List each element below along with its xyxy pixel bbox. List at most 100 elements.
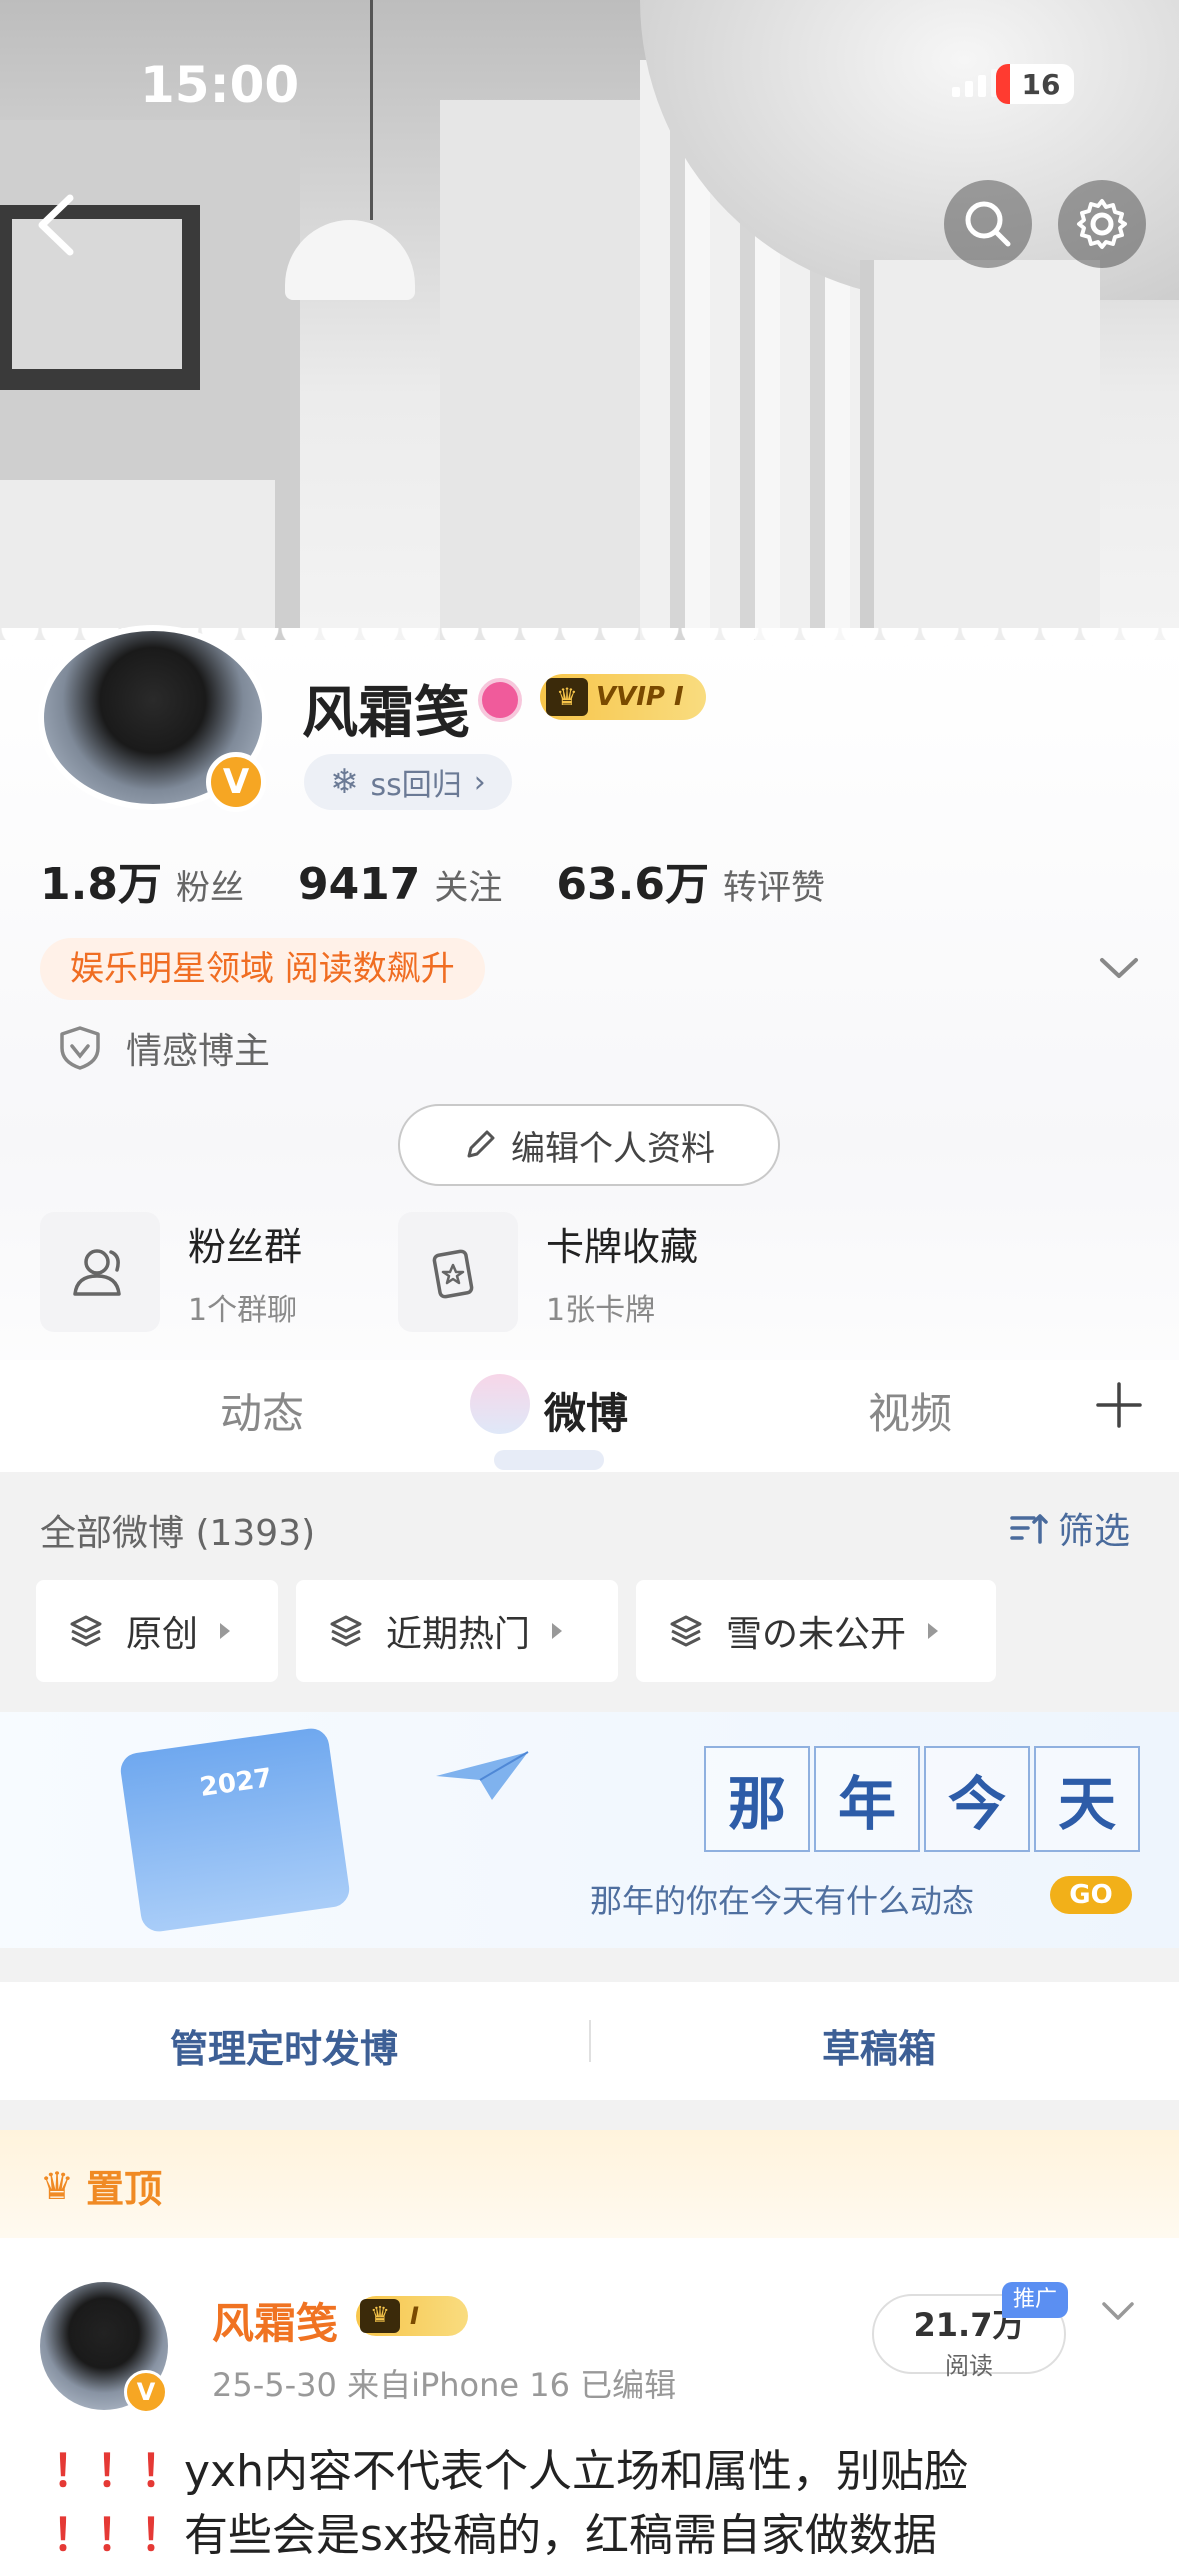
stat-value: 1.8万 — [40, 859, 162, 910]
fan-group-entry[interactable]: 粉丝群 1个群聊 — [40, 1212, 302, 1332]
stat-label: 关注 — [434, 868, 503, 908]
cover-window — [860, 260, 1100, 660]
signal-icon — [952, 67, 999, 97]
layers-icon — [70, 1615, 102, 1647]
post-vip-label: I — [410, 2302, 419, 2330]
post-line: 有些会是sx投稿的，红稿需自家做数据 — [184, 2510, 937, 2556]
search-icon — [965, 201, 1011, 247]
fan-group-sub: 1个群聊 — [188, 1292, 298, 1328]
stat-following[interactable]: 9417 关注 — [298, 859, 502, 910]
chip-unpublished[interactable]: 雪の未公开 — [636, 1580, 996, 1682]
profile-tag[interactable]: ❄ ss回归 › — [304, 754, 512, 810]
layers-icon — [330, 1615, 362, 1647]
crown-icon: ♛ — [40, 2163, 75, 2208]
manage-scheduled-button[interactable]: 管理定时发博 — [170, 2018, 398, 2073]
profile-stats: 1.8万 粉丝 9417 关注 63.6万 转评赞 — [40, 848, 879, 912]
post-author[interactable]: 风霜笺 — [212, 2290, 338, 2351]
profile-tabs: 动态 微博 视频 — [0, 1360, 1179, 1470]
manage-row: 管理定时发博 草稿箱 — [0, 1982, 1179, 2100]
profile-name: 风霜笺 — [302, 681, 470, 746]
layers-icon — [670, 1615, 702, 1647]
group-icon — [73, 1249, 121, 1296]
search-button[interactable] — [944, 180, 1032, 268]
caret-right-icon — [928, 1623, 939, 1639]
caret-right-icon — [220, 1623, 231, 1639]
fan-group-title: 粉丝群 — [188, 1224, 303, 1269]
promo-badge[interactable]: 推广 — [1002, 2282, 1068, 2318]
title-char: 那 — [704, 1746, 810, 1852]
drafts-button[interactable]: 草稿箱 — [822, 2018, 936, 2073]
that-day-title: 那 年 今 天 — [704, 1746, 1144, 1852]
profile-tag-label: ss回归 — [370, 768, 462, 803]
paper-plane-icon — [436, 1751, 529, 1800]
battery-icon: 16 — [996, 64, 1074, 104]
cover-lamp — [285, 220, 415, 300]
pinned-text: 置顶 — [86, 2167, 163, 2211]
crown-icon: ♛ — [546, 678, 588, 716]
card-star-icon — [432, 1249, 474, 1299]
battery-level: 16 — [1021, 68, 1061, 101]
exclamation-marks: ！！！ — [52, 2510, 184, 2556]
domain-tag[interactable]: 娱乐明星领域 阅读数飙升 — [40, 938, 485, 1000]
chip-label: 原创 — [126, 1614, 199, 1655]
card-collection-title: 卡牌收藏 — [546, 1224, 699, 1269]
title-char: 年 — [814, 1746, 920, 1852]
fan-group-icon-box — [40, 1212, 160, 1332]
calendar-icon — [118, 1726, 352, 1934]
edit-profile-label: 编辑个人资料 — [511, 1128, 715, 1169]
all-weibo-count: 全部微博 (1393) — [40, 1513, 316, 1554]
blogger-label: 情感博主 — [126, 1031, 271, 1072]
stat-likes[interactable]: 63.6万 转评赞 — [556, 848, 825, 912]
post-meta: 25-5-30 来自iPhone 16 已编辑 — [212, 2366, 677, 2404]
filter-icon — [1010, 1514, 1048, 1544]
chevron-down-icon[interactable] — [1098, 2296, 1138, 2326]
tab-video[interactable]: 视频 — [868, 1380, 952, 1441]
chip-original[interactable]: 原创 — [36, 1580, 278, 1682]
gear-icon — [1077, 199, 1127, 249]
title-char: 今 — [924, 1746, 1030, 1852]
stat-value: 63.6万 — [556, 859, 709, 910]
filter-label: 筛选 — [1058, 1511, 1131, 1552]
post-line: yxh内容不代表个人立场和属性，别贴脸 — [184, 2446, 968, 2497]
read-count-label: 阅读 — [945, 2352, 993, 2380]
stat-label: 粉丝 — [175, 868, 244, 908]
shield-icon — [60, 1026, 100, 1070]
tab-weibo[interactable]: 微博 — [544, 1380, 628, 1441]
plus-icon[interactable] — [1094, 1380, 1144, 1430]
post-body[interactable]: ！！！yxh内容不代表个人立场和属性，别贴脸 ！！！有些会是sx投稿的，红稿需自… — [52, 2440, 1152, 2556]
stat-value: 9417 — [297, 859, 421, 910]
edit-profile-button[interactable]: 编辑个人资料 — [398, 1104, 780, 1186]
card-collection-icon-box — [398, 1212, 518, 1332]
status-time: 15:00 — [140, 56, 300, 114]
stat-followers[interactable]: 1.8万 粉丝 — [40, 848, 244, 912]
card-collection-entry[interactable]: 卡牌收藏 1张卡牌 — [398, 1212, 698, 1332]
search-badge-icon[interactable] — [478, 678, 522, 722]
settings-button[interactable] — [1058, 180, 1146, 268]
tab-dynamic[interactable]: 动态 — [220, 1380, 304, 1441]
title-char: 天 — [1034, 1746, 1140, 1852]
blogger-badge[interactable]: 情感博主 — [58, 1022, 270, 1074]
pencil-icon — [467, 1130, 495, 1158]
chevron-down-icon[interactable] — [1096, 948, 1142, 988]
verified-badge-icon: V — [206, 752, 266, 812]
pinned-label: ♛ 置顶 — [40, 2158, 162, 2213]
chip-recent-hot[interactable]: 近期热门 — [296, 1580, 618, 1682]
chip-label: 近期热门 — [386, 1614, 531, 1655]
go-button[interactable]: GO — [1050, 1876, 1132, 1914]
filter-button[interactable]: 筛选 — [1008, 1502, 1130, 1554]
crown-icon: ♛ — [360, 2299, 400, 2333]
banner-subtitle: 那年的你在今天有什么动态 — [590, 1882, 975, 1920]
divider — [589, 2020, 591, 2062]
back-icon[interactable] — [28, 190, 88, 260]
exclamation-marks: ！！！ — [52, 2446, 184, 2497]
tab-indicator — [494, 1450, 604, 1470]
chip-label: 雪の未公开 — [726, 1614, 907, 1655]
pinned-header — [0, 2130, 1179, 2238]
post-vip-badge[interactable]: ♛ I — [356, 2296, 468, 2336]
stat-label: 转评赞 — [722, 868, 825, 908]
chevron-right-icon: › — [473, 764, 486, 800]
snowflake-icon: ❄ — [330, 762, 359, 802]
vip-badge[interactable]: ♛ VVIP I — [540, 674, 706, 720]
verified-badge-icon: V — [124, 2370, 168, 2414]
vip-label: VVIP I — [596, 682, 684, 712]
